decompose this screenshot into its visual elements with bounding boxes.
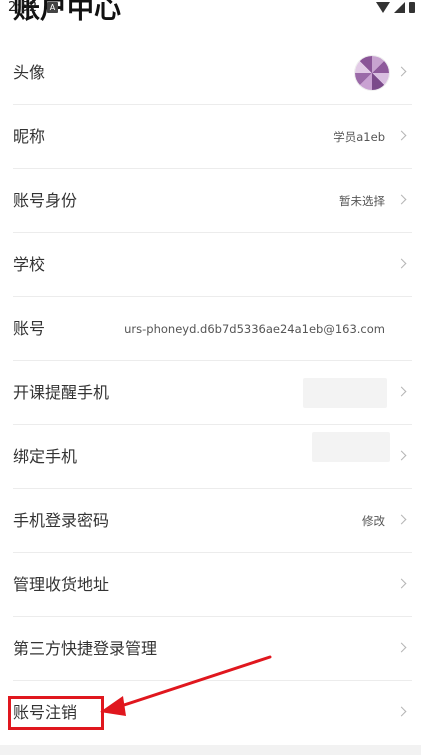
status-icons — [376, 2, 415, 13]
annotation-arrow — [100, 655, 272, 716]
signal-icon — [394, 2, 405, 13]
status-bar: 2:52 A — [0, 0, 421, 16]
wifi-icon — [376, 2, 390, 13]
battery-icon — [409, 2, 415, 13]
status-time: 2:52 — [8, 0, 38, 15]
notification-a-icon: A — [47, 2, 58, 13]
